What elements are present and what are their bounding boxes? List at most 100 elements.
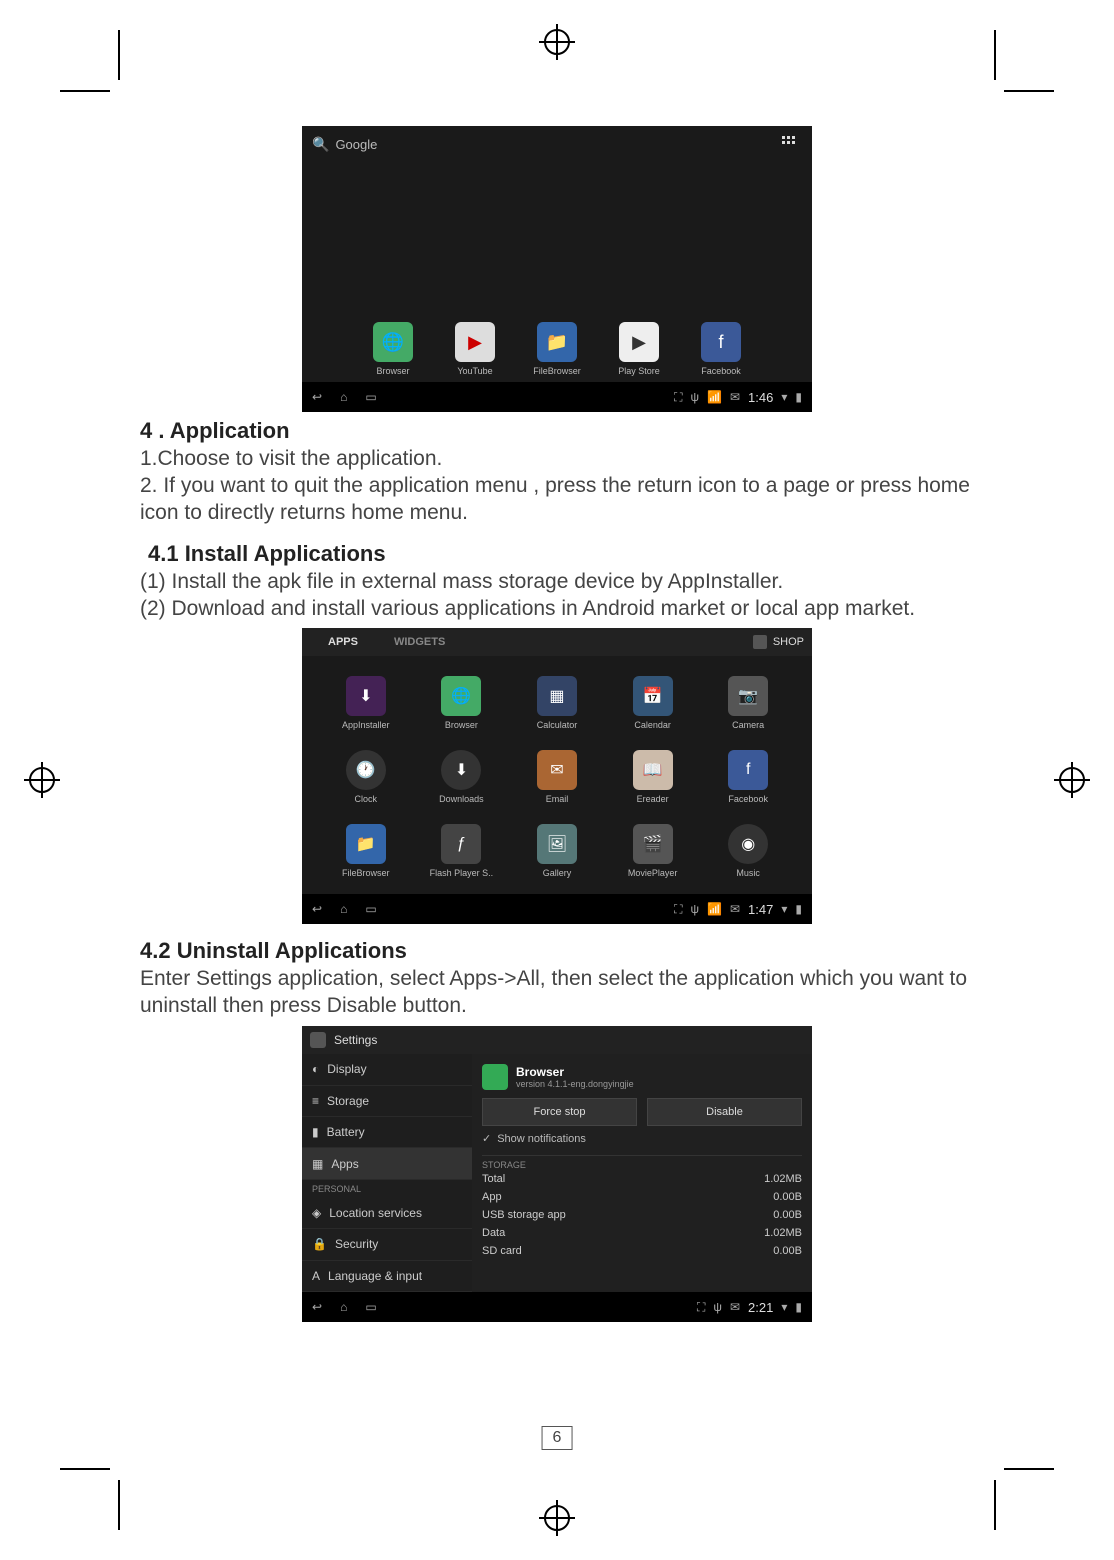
- app-browser[interactable]: 🌐Browser: [414, 666, 510, 740]
- browser-app-icon: [482, 1064, 508, 1090]
- language-icon: A: [312, 1269, 320, 1283]
- crop-mark-icon: [994, 1480, 996, 1530]
- expand-icon[interactable]: ⛶: [674, 902, 682, 917]
- dock-app-browser[interactable]: 🌐Browser: [365, 322, 421, 376]
- sidebar-item-storage[interactable]: ≡Storage: [302, 1086, 472, 1117]
- storage-row-sdcard: SD card0.00B: [482, 1242, 802, 1260]
- screenshot-app-drawer: APPS WIDGETS SHOP ⬇AppInstaller 🌐Browser…: [302, 628, 812, 924]
- app-version: version 4.1.1-eng.dongyingjie: [516, 1079, 634, 1089]
- shop-icon: [753, 635, 767, 649]
- back-icon[interactable]: ↩: [312, 902, 322, 916]
- drawer-tab-bar: APPS WIDGETS SHOP: [302, 628, 812, 656]
- battery-icon: ▮: [312, 1125, 319, 1139]
- dock-app-youtube[interactable]: ▶YouTube: [447, 322, 503, 376]
- sidebar-header-personal: PERSONAL: [302, 1180, 472, 1198]
- recent-apps-icon[interactable]: ▭: [365, 902, 376, 916]
- home-icon[interactable]: ⌂: [340, 902, 347, 916]
- crop-mark-icon: [60, 90, 110, 92]
- clock-time: 1:46: [748, 390, 773, 405]
- registration-mark-bottom-icon: [539, 1500, 575, 1536]
- status-icon: ✉: [730, 390, 740, 404]
- screenshot-home-screen: 🔍 Google 🌐Browser ▶YouTube 📁FileBrowser …: [302, 126, 812, 412]
- back-icon[interactable]: ↩: [312, 390, 322, 404]
- registration-mark-left-icon: [24, 762, 60, 798]
- shop-button[interactable]: SHOP: [753, 635, 804, 649]
- sidebar-item-location[interactable]: ◈Location services: [302, 1198, 472, 1229]
- wifi-strength-icon: ▾: [781, 1300, 787, 1314]
- storage-section-header: STORAGE: [482, 1155, 802, 1170]
- expand-icon[interactable]: ⛶: [697, 1300, 705, 1315]
- system-nav-bar: ↩ ⌂ ▭ ⛶ ψ 📶 ✉ 1:47 ▾ ▮: [302, 894, 812, 924]
- search-icon: 🔍: [312, 136, 329, 153]
- app-email[interactable]: ✉Email: [509, 740, 605, 814]
- app-camera[interactable]: 📷Camera: [700, 666, 796, 740]
- app-calendar[interactable]: 📅Calendar: [605, 666, 701, 740]
- app-gallery[interactable]: 🖼Gallery: [509, 814, 605, 888]
- text-uninstall-1: Enter Settings application, select Apps-…: [140, 966, 974, 1020]
- app-clock[interactable]: 🕐Clock: [318, 740, 414, 814]
- force-stop-button[interactable]: Force stop: [482, 1098, 637, 1126]
- dock-app-playstore[interactable]: ▶Play Store: [611, 322, 667, 376]
- text-install-1: (1) Install the apk file in external mas…: [140, 569, 974, 596]
- tab-widgets[interactable]: WIDGETS: [376, 636, 463, 648]
- sidebar-item-security[interactable]: 🔒Security: [302, 1229, 472, 1260]
- app-appinstaller[interactable]: ⬇AppInstaller: [318, 666, 414, 740]
- sidebar-item-apps[interactable]: ▦Apps: [302, 1148, 472, 1179]
- wifi-strength-icon: ▾: [781, 902, 787, 916]
- wifi-icon: 📶: [707, 390, 722, 404]
- recent-apps-icon[interactable]: ▭: [365, 390, 376, 404]
- sidebar-item-display[interactable]: ◐Display: [302, 1054, 472, 1085]
- storage-row-total: Total1.02MB: [482, 1170, 802, 1188]
- search-label: Google: [335, 137, 377, 152]
- clock-time: 2:21: [748, 1300, 773, 1315]
- app-calculator[interactable]: ▦Calculator: [509, 666, 605, 740]
- apps-icon: ▦: [312, 1157, 323, 1171]
- back-icon[interactable]: ↩: [312, 1300, 322, 1314]
- app-movieplayer[interactable]: 🎬MoviePlayer: [605, 814, 701, 888]
- app-facebook[interactable]: fFacebook: [700, 740, 796, 814]
- wifi-icon: 📶: [707, 902, 722, 916]
- crop-mark-icon: [118, 1480, 120, 1530]
- battery-icon: ▮: [795, 390, 802, 404]
- app-grid: ⬇AppInstaller 🌐Browser ▦Calculator 📅Cale…: [318, 666, 796, 888]
- dock-app-facebook[interactable]: fFacebook: [693, 322, 749, 376]
- home-icon[interactable]: ⌂: [340, 1300, 347, 1314]
- disable-button[interactable]: Disable: [647, 1098, 802, 1126]
- app-drawer-icon[interactable]: [782, 136, 798, 152]
- app-ereader[interactable]: 📖Ereader: [605, 740, 701, 814]
- app-music[interactable]: ◉Music: [700, 814, 796, 888]
- settings-sidebar: ◐Display ≡Storage ▮Battery ▦Apps PERSONA…: [302, 1054, 472, 1292]
- system-nav-bar: ↩ ⌂ ▭ ⛶ ψ 📶 ✉ 1:46 ▾ ▮: [302, 382, 812, 412]
- status-icon: ✉: [730, 1300, 740, 1314]
- sidebar-item-language[interactable]: ALanguage & input: [302, 1261, 472, 1292]
- settings-title: Settings: [334, 1033, 377, 1047]
- heading-application: 4 . Application: [140, 418, 974, 444]
- lock-icon: 🔒: [312, 1237, 327, 1251]
- recent-apps-icon[interactable]: ▭: [365, 1300, 376, 1314]
- usb-icon: ψ: [690, 390, 699, 404]
- app-filebrowser[interactable]: 📁FileBrowser: [318, 814, 414, 888]
- crop-mark-icon: [994, 30, 996, 80]
- app-detail-panel: Browser version 4.1.1-eng.dongyingjie Fo…: [472, 1054, 812, 1292]
- expand-icon[interactable]: ⛶: [674, 390, 682, 405]
- crop-mark-icon: [1004, 90, 1054, 92]
- google-search-bar[interactable]: 🔍 Google: [312, 136, 377, 153]
- storage-row-data: Data1.02MB: [482, 1224, 802, 1242]
- home-icon[interactable]: ⌂: [340, 390, 347, 404]
- location-icon: ◈: [312, 1206, 321, 1220]
- crop-mark-icon: [118, 30, 120, 80]
- settings-icon: [310, 1032, 326, 1048]
- usb-icon: ψ: [713, 1300, 722, 1314]
- show-notifications-checkbox[interactable]: ✓ Show notifications: [482, 1126, 802, 1151]
- page-number: 6: [542, 1426, 573, 1450]
- sidebar-item-battery[interactable]: ▮Battery: [302, 1117, 472, 1148]
- dock-app-filebrowser[interactable]: 📁FileBrowser: [529, 322, 585, 376]
- tab-apps[interactable]: APPS: [310, 636, 376, 648]
- app-name: Browser: [516, 1065, 634, 1079]
- storage-row-usb: USB storage app0.00B: [482, 1206, 802, 1224]
- app-flashplayer[interactable]: ƒFlash Player S..: [414, 814, 510, 888]
- wifi-strength-icon: ▾: [781, 390, 787, 404]
- app-downloads[interactable]: ⬇Downloads: [414, 740, 510, 814]
- registration-mark-top-icon: [539, 24, 575, 60]
- heading-install-apps: 4.1 Install Applications: [140, 541, 974, 567]
